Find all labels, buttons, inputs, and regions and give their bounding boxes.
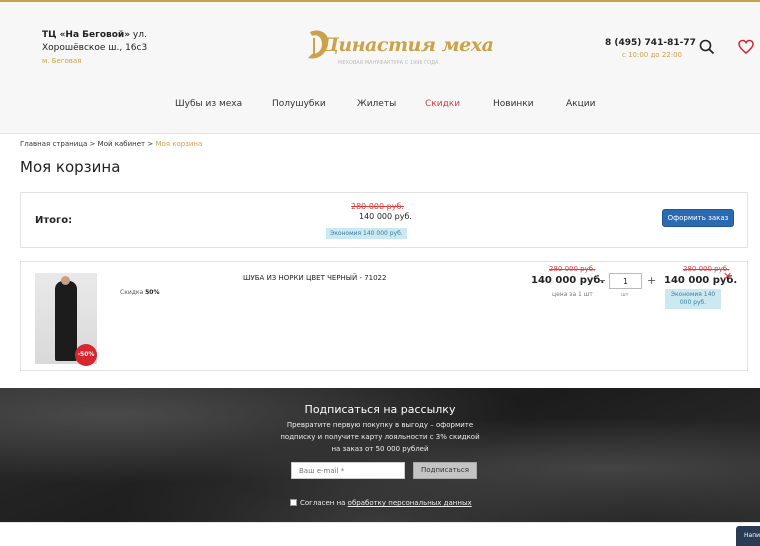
phone-number[interactable]: 8 (495) 741-81-77 xyxy=(605,38,696,48)
quantity-input[interactable] xyxy=(609,273,642,289)
logo-text: Династия меха xyxy=(322,34,494,56)
unit-old-price: 280 000 руб. xyxy=(549,265,596,273)
total-economy-badge: Экономия 140 000 руб. xyxy=(326,228,407,239)
work-hours: с 10:00 до 22:00 xyxy=(622,51,682,59)
breadcrumb-cabinet[interactable]: Мой кабинет xyxy=(98,140,145,148)
page-bottom xyxy=(0,522,760,546)
total-label: Итого: xyxy=(35,215,73,226)
cart-total-panel: Итого: 280 000 руб. 140 000 руб. Экономи… xyxy=(20,192,748,248)
chat-widget-tab[interactable]: Напи xyxy=(736,526,760,546)
unit-price-label: цена за 1 шт xyxy=(552,291,593,298)
breadcrumb-current: Моя корзина xyxy=(155,140,203,148)
site-header: ТЦ «На Беговой» ул. Хорошёвское ш., 16с3… xyxy=(0,2,760,134)
quantity-unit: шт xyxy=(621,292,629,298)
quantity-increase-button[interactable]: + xyxy=(647,274,656,287)
page-title: Моя корзина xyxy=(20,158,121,176)
model-head xyxy=(61,276,70,285)
nav-item-fur-coats[interactable]: Шубы из меха xyxy=(175,99,242,109)
store-address: ТЦ «На Беговой» ул. Хорошёвское ш., 16с3 xyxy=(42,30,148,53)
quantity-decrease-button[interactable]: − xyxy=(597,274,606,287)
unit-price: 140 000 руб. xyxy=(531,275,605,286)
search-icon[interactable] xyxy=(699,39,715,55)
nav-item-vests[interactable]: Жилеты xyxy=(357,99,396,109)
breadcrumb: Главная страница > Мой кабинет > Моя кор… xyxy=(20,140,202,148)
consent-row: Согласен на обработку персональных данны… xyxy=(290,499,472,507)
checkout-button[interactable]: Оформить заказ xyxy=(662,209,734,227)
total-old-price: 280 000 руб. xyxy=(351,202,404,211)
consent-text: Согласен на xyxy=(300,499,348,507)
breadcrumb-home[interactable]: Главная страница xyxy=(20,140,87,148)
heart-icon[interactable] xyxy=(738,39,754,55)
product-name[interactable]: ШУБА ИЗ НОРКИ ЦВЕТ ЧЕРНЫЙ - 71022 xyxy=(243,274,386,282)
subscribe-button[interactable]: Подписаться xyxy=(413,462,477,479)
coat-figure xyxy=(55,281,77,361)
nav-item-short-coats[interactable]: Полушубки xyxy=(272,99,326,109)
cart-item: -50% Скидка 50% ШУБА ИЗ НОРКИ ЦВЕТ ЧЕРНЫ… xyxy=(20,261,748,371)
newsletter-description: Превратите первую покупку в выгоду – офо… xyxy=(280,421,480,453)
privacy-link[interactable]: обработку персональных данных xyxy=(348,499,472,507)
newsletter-section: Подписаться на рассылку Превратите перву… xyxy=(0,388,760,522)
total-new-price: 140 000 руб. xyxy=(359,212,412,221)
consent-checkbox[interactable] xyxy=(290,499,297,506)
email-input[interactable] xyxy=(291,462,405,479)
sum-economy-badge: Экономия 140 000 руб. xyxy=(665,289,721,309)
remove-item-button[interactable]: ✕ xyxy=(723,270,732,283)
nav-item-new[interactable]: Новинки xyxy=(493,99,534,109)
breadcrumb-separator: > xyxy=(89,140,96,148)
site-logo[interactable]: Династия меха МЕХОВАЯ МАНУФАКТУРА С 1996… xyxy=(300,26,494,70)
discount-badge: -50% xyxy=(75,344,97,366)
metro-station: м. Беговая xyxy=(42,57,82,65)
logo-subtitle: МЕХОВАЯ МАНУФАКТУРА С 1996 ГОДА xyxy=(338,60,439,66)
nav-item-promotions[interactable]: Акции xyxy=(566,99,595,109)
breadcrumb-separator: > xyxy=(147,140,154,148)
newsletter-title: Подписаться на рассылку xyxy=(304,403,456,416)
nav-item-sale[interactable]: Скидки xyxy=(425,99,460,109)
item-discount: Скидка 50% xyxy=(120,289,160,296)
main-nav: Шубы из меха Полушубки Жилеты Скидки Нов… xyxy=(0,99,760,115)
